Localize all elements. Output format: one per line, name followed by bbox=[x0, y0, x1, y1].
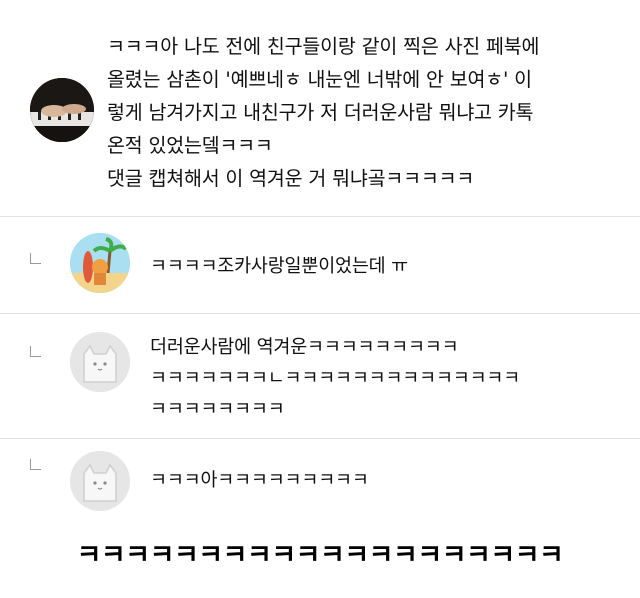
default-cat-avatar-icon bbox=[70, 332, 130, 392]
reply-arrow-icon bbox=[30, 346, 41, 357]
comment-body: ㅋㅋㅋ아 나도 전에 친구들이랑 같이 찍은 사진 페북에 올렸는 삼촌이 '예… bbox=[107, 30, 627, 195]
reply-line: 더러운사람에 역겨운ㅋㅋㅋㅋㅋㅋㅋㅋㅋ bbox=[150, 337, 459, 358]
comment-line: 올렸는 삼촌이 '예쁘네ㅎ 내눈엔 너밖에 안 보여ㅎ' 이 bbox=[107, 68, 532, 91]
reply-arrow-icon bbox=[30, 459, 41, 470]
comment-post: ㅋㅋㅋ아 나도 전에 친구들이랑 같이 찍은 사진 페북에 올렸는 삼촌이 '예… bbox=[0, 0, 640, 216]
comment-line: 온적 있었는뎈ㅋㅋㅋ bbox=[107, 134, 273, 157]
reply-line: ㅋㅋㅋ아ㅋㅋㅋㅋㅋㅋㅋㅋㅋ bbox=[150, 470, 369, 491]
reply-line: ㅋㅋㅋㅋㅋㅋㅋㄴㅋㅋㅋㅋㅋㅋㅋㅋㅋㅋㅋㅋㅋㅋ bbox=[150, 368, 521, 389]
comment-line: 렇게 남겨가지고 내친구가 저 더러운사람 뭐냐고 카톡 bbox=[107, 101, 534, 124]
comment-line: ㅋㅋㅋ아 나도 전에 친구들이랑 같이 찍은 사진 페북에 bbox=[107, 35, 540, 58]
reply-item: ㅋㅋㅋ아ㅋㅋㅋㅋㅋㅋㅋㅋㅋ bbox=[0, 439, 640, 519]
reply-body: ㅋㅋㅋㅋ조카사랑일뿐이었는데 ㅠ bbox=[150, 251, 408, 282]
reply-body: 더러운사람에 역겨운ㅋㅋㅋㅋㅋㅋㅋㅋㅋ ㅋㅋㅋㅋㅋㅋㅋㄴㅋㅋㅋㅋㅋㅋㅋㅋㅋㅋㅋㅋ… bbox=[150, 332, 520, 425]
reply-avatar[interactable] bbox=[70, 332, 130, 392]
reply-item: 더러운사람에 역겨운ㅋㅋㅋㅋㅋㅋㅋㅋㅋ ㅋㅋㅋㅋㅋㅋㅋㄴㅋㅋㅋㅋㅋㅋㅋㅋㅋㅋㅋㅋ… bbox=[0, 314, 640, 438]
commenter-avatar[interactable] bbox=[30, 78, 94, 142]
comment-line: 댓글 캡쳐해서 이 역겨운 거 뭐냐곸ㅋㅋㅋㅋㅋ bbox=[107, 167, 475, 190]
reply-line: ㅋㅋㅋㅋ조카사랑일뿐이었는데 ㅠ bbox=[150, 256, 408, 277]
reply-body: ㅋㅋㅋ아ㅋㅋㅋㅋㅋㅋㅋㅋㅋ bbox=[150, 465, 369, 496]
default-cat-avatar-icon bbox=[70, 451, 130, 511]
laughter-caption: ㅋㅋㅋㅋㅋㅋㅋㅋㅋㅋㅋㅋㅋㅋㅋㅋㅋㅋㅋㅋ bbox=[76, 540, 564, 571]
reply-item: ㅋㅋㅋㅋ조카사랑일뿐이었는데 ㅠ bbox=[0, 217, 640, 313]
reply-avatar[interactable] bbox=[70, 451, 130, 511]
piano-hands-photo-icon bbox=[30, 78, 94, 142]
reply-line: ㅋㅋㅋㅋㅋㅋㅋㅋ bbox=[150, 399, 285, 420]
reply-arrow-icon bbox=[30, 253, 41, 264]
beach-character-icon bbox=[70, 233, 130, 293]
reply-avatar[interactable] bbox=[70, 233, 130, 293]
